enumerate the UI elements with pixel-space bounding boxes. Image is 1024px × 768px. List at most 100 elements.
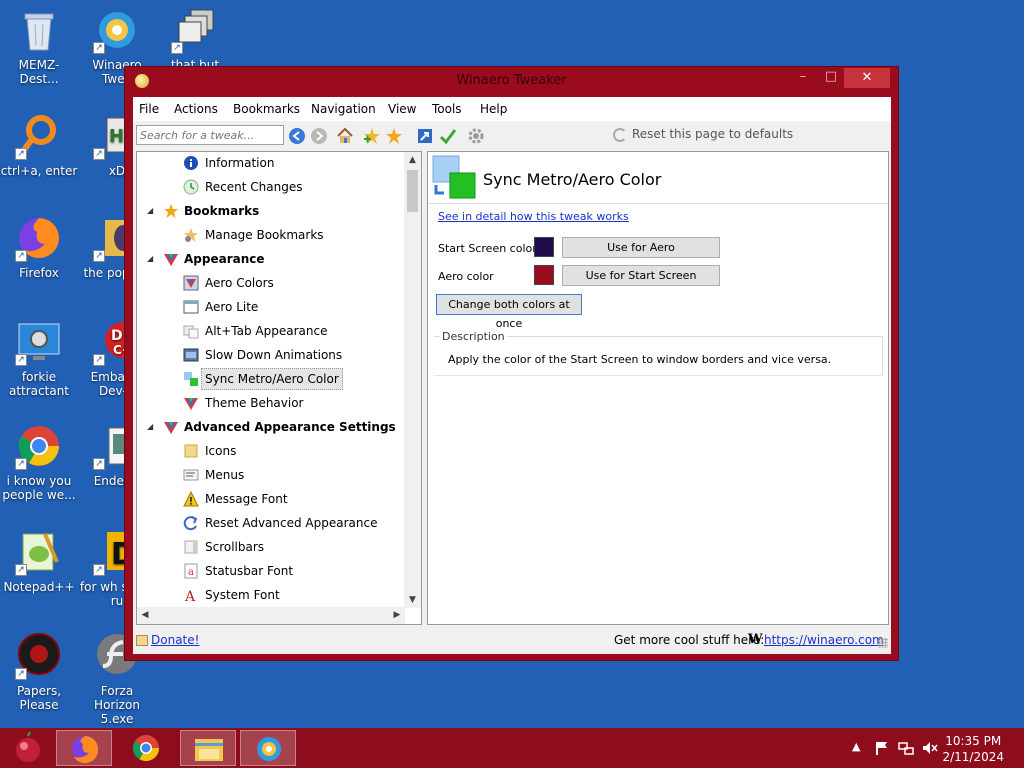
desktop-icon-papers-please[interactable]: ↗ Papers, Please <box>0 632 78 712</box>
winaero-site-link[interactable]: https://winaero.com <box>764 633 884 647</box>
resize-grip[interactable] <box>878 638 888 648</box>
menu-actions[interactable]: Actions <box>174 102 218 116</box>
home-icon[interactable] <box>336 127 354 145</box>
menu-navigation[interactable]: Navigation <box>311 102 376 116</box>
shortcut-arrow-icon: ↗ <box>15 564 27 576</box>
tree-horizontal-scrollbar[interactable]: ◀ ▶ <box>137 607 405 624</box>
close-button[interactable]: ✕ <box>844 68 890 88</box>
clock[interactable]: 10:35 PM 2/11/2024 <box>942 733 1004 765</box>
aero-color-swatch[interactable] <box>534 265 554 285</box>
shortcut-icon[interactable] <box>416 127 434 145</box>
menu-bookmarks[interactable]: Bookmarks <box>233 102 300 116</box>
tree-item-icons[interactable]: Icons <box>137 440 405 462</box>
desktop-icon-firefox[interactable]: ↗ Firefox <box>0 214 78 280</box>
network-icon[interactable] <box>898 740 914 756</box>
tree-category-appearance[interactable]: ◢ Appearance <box>137 248 405 270</box>
add-bookmark-icon[interactable] <box>363 127 381 145</box>
window-title: Winaero Tweaker <box>456 73 567 88</box>
menu-tools[interactable]: Tools <box>432 102 462 116</box>
tree-item-label: Icons <box>205 444 237 458</box>
detail-link[interactable]: See in detail how this tweak works <box>438 210 629 223</box>
desktop-icon-i-know-you[interactable]: ↗ i know you people we... <box>0 422 78 502</box>
desktop-icon-label: i know you people we... <box>2 474 76 502</box>
tree-item-system-font[interactable]: A System Font <box>137 584 405 606</box>
title-bar[interactable]: Winaero Tweaker – □ ✕ <box>125 67 898 95</box>
tree-item-label: Sync Metro/Aero Color <box>201 368 343 390</box>
forward-arrow-icon[interactable] <box>310 127 328 145</box>
use-for-aero-button[interactable]: Use for Aero <box>562 237 720 258</box>
menu-help[interactable]: Help <box>480 102 507 116</box>
taskbar: ▲ 10:35 PM 2/11/2024 <box>0 728 1024 768</box>
scroll-down-arrow-icon[interactable]: ▼ <box>404 592 421 608</box>
shortcut-arrow-icon: ↗ <box>93 148 105 160</box>
tree-item-aero-colors[interactable]: Aero Colors <box>137 272 405 294</box>
collapse-arrow-icon[interactable]: ◢ <box>147 248 157 270</box>
collapse-arrow-icon[interactable]: ◢ <box>147 416 157 438</box>
desktop-icon-notepadpp[interactable]: ↗ Notepad++ <box>0 528 78 594</box>
taskbar-file-explorer[interactable] <box>180 730 236 766</box>
maximize-button[interactable]: □ <box>818 67 844 87</box>
tree-item-message-font[interactable]: Message Font <box>137 488 405 510</box>
desktop-icon-label: Papers, Please <box>16 684 62 712</box>
taskbar-chrome[interactable] <box>118 730 174 766</box>
chrome-icon: ↗ <box>15 422 63 470</box>
papers-please-icon: ↗ <box>15 632 63 680</box>
tree-item-menus[interactable]: Menus <box>137 464 405 486</box>
aero-color-label: Aero color <box>438 270 494 283</box>
taskbar-winaero-tweaker[interactable] <box>240 730 296 766</box>
monitor-gear-icon: ↗ <box>15 318 63 366</box>
desktop-icon-ctrl-a[interactable]: ↗ ctrl+a, enter <box>0 112 78 178</box>
reset-page-button[interactable]: Reset this page to defaults <box>613 127 793 142</box>
tree-item-statusbar-font[interactable]: a Statusbar Font <box>137 560 405 582</box>
tree-item-theme-behavior[interactable]: Theme Behavior <box>137 392 405 414</box>
tree-category-bookmarks[interactable]: ◢ Bookmarks <box>137 200 405 222</box>
tree-item-aero-lite[interactable]: Aero Lite <box>137 296 405 318</box>
scroll-thumb[interactable] <box>407 170 418 212</box>
desktop-icon-memz[interactable]: MEMZ-Dest... <box>0 6 78 86</box>
settings-gear-icon[interactable] <box>467 127 485 145</box>
scrollbars-icon <box>184 540 198 554</box>
tree-item-slow-down-animations[interactable]: Slow Down Animations <box>137 344 405 366</box>
tree-item-reset-advanced-appearance[interactable]: Reset Advanced Appearance <box>137 512 405 534</box>
tree-item-scrollbars[interactable]: Scrollbars <box>137 536 405 558</box>
bookmarks-star-icon[interactable] <box>385 127 403 145</box>
tree-item-label: Menus <box>205 468 245 482</box>
taskbar-firefox[interactable] <box>56 730 112 766</box>
tweak-content-pane: Sync Metro/Aero Color See in detail how … <box>427 151 889 625</box>
apply-checkmark-icon[interactable] <box>439 127 457 145</box>
description-text: Apply the color of the Start Screen to w… <box>448 353 832 366</box>
winaero-icon <box>257 737 281 761</box>
shortcut-arrow-icon: ↗ <box>93 354 105 366</box>
scroll-left-arrow-icon[interactable]: ◀ <box>137 607 153 624</box>
scroll-right-arrow-icon[interactable]: ▶ <box>389 607 405 624</box>
winaero-w-icon: W <box>748 632 763 647</box>
tree-item-alt-tab-appearance[interactable]: Alt+Tab Appearance <box>137 320 405 342</box>
tree-item-label: System Font <box>205 588 280 602</box>
change-both-colors-button[interactable]: Change both colors at once <box>436 294 582 330</box>
start-screen-color-swatch[interactable] <box>534 237 554 257</box>
menu-view[interactable]: View <box>388 102 416 116</box>
menu-file[interactable]: File <box>139 102 159 116</box>
back-arrow-icon[interactable] <box>288 127 306 145</box>
tree-category-advanced-appearance[interactable]: ◢ Advanced Appearance Settings <box>137 416 405 438</box>
use-for-start-screen-button[interactable]: Use for Start Screen <box>562 265 720 286</box>
desktop-icon-forkie[interactable]: ↗ forkie attractant <box>0 318 78 398</box>
collapse-arrow-icon[interactable]: ◢ <box>147 200 157 222</box>
tree-item-manage-bookmarks[interactable]: Manage Bookmarks <box>137 224 405 246</box>
tree-vertical-scrollbar[interactable]: ▲ ▼ <box>404 152 421 608</box>
start-button[interactable] <box>2 730 58 766</box>
show-hidden-icons-button[interactable]: ▲ <box>852 740 860 753</box>
shortcut-arrow-icon: ↗ <box>15 250 27 262</box>
desktop-icon-label: Forza Horizon 5.exe <box>94 684 140 726</box>
info-icon <box>184 156 198 170</box>
search-input[interactable] <box>136 125 284 145</box>
scroll-up-arrow-icon[interactable]: ▲ <box>404 152 421 168</box>
action-center-flag-icon[interactable] <box>874 740 890 756</box>
donate-link[interactable]: Donate! <box>151 633 199 647</box>
tree-item-sync-metro-aero-color[interactable]: Sync Metro/Aero Color <box>137 368 405 390</box>
tree-item-information[interactable]: Information <box>137 152 405 174</box>
magnifier-ring-icon: ↗ <box>15 112 63 160</box>
minimize-button[interactable]: – <box>790 67 816 87</box>
volume-muted-icon[interactable] <box>922 740 938 756</box>
tree-item-recent-changes[interactable]: Recent Changes <box>137 176 405 198</box>
